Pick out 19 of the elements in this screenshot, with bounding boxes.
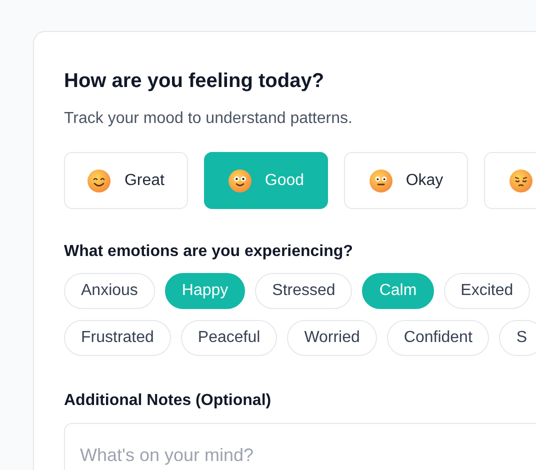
emotion-chip[interactable]: Worried: [287, 320, 377, 356]
heading: How are you feeling today?: [64, 69, 326, 94]
emotion-chip[interactable]: S: [499, 320, 536, 356]
subtitle: Track your mood to understand patterns.: [64, 109, 354, 129]
mood-button[interactable]: Okay: [344, 152, 468, 209]
emotion-chip[interactable]: Confident: [386, 320, 490, 356]
mood-button[interactable]: Great: [64, 152, 188, 209]
emotion-chip[interactable]: Anxious: [64, 273, 155, 309]
emoji-face-icon: [87, 168, 112, 192]
section-heading: Additional Notes (Optional): [64, 391, 272, 411]
emotion-chip[interactable]: Stressed: [255, 273, 352, 309]
emotion-chip[interactable]: Frustrated: [64, 320, 171, 356]
emotion-chip[interactable]: Excited: [444, 273, 530, 309]
notes-field[interactable]: What's on your mind?: [64, 423, 536, 470]
emotion-chip[interactable]: Peaceful: [180, 320, 278, 356]
section-heading: What emotions are you experiencing?: [64, 242, 354, 262]
emoji-face-icon: [509, 168, 533, 192]
emoji-face-icon: [368, 168, 393, 192]
emoji-face-icon: [228, 168, 252, 192]
